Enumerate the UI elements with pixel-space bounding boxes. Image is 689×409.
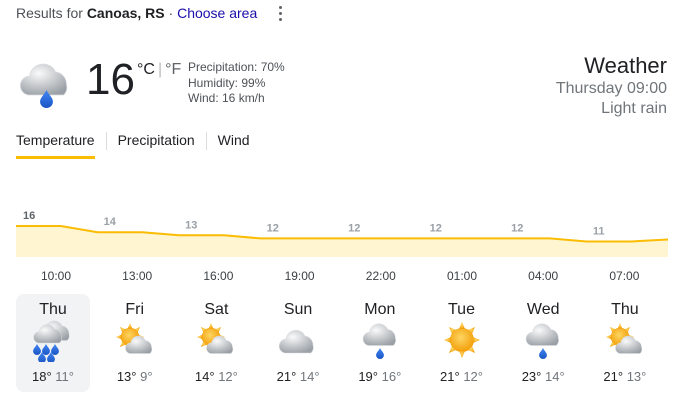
location-name: Canoas, RS: [86, 5, 165, 21]
day-name: Wed: [526, 301, 560, 318]
day-name: Thu: [611, 301, 639, 318]
high-temp: 13°: [116, 369, 137, 384]
results-line: Results for Canoas, RS · Choose area: [16, 5, 257, 21]
day-forecast[interactable]: Sat 14° 12°: [179, 294, 253, 392]
high-temp: 21°: [440, 369, 460, 384]
day-name: Tue: [448, 301, 475, 318]
current-temperature: 16: [86, 55, 135, 104]
high-temp: 23°: [521, 369, 542, 384]
partly-cloudy-icon: [603, 318, 647, 362]
high-temp: 21°: [603, 369, 624, 384]
fahrenheit-unit[interactable]: °F: [165, 61, 181, 78]
weather-title: Weather: [584, 53, 667, 78]
time-label: 10:00: [40, 269, 72, 283]
day-temps: 18° 11°: [16, 369, 90, 384]
chart-tabs: Temperature Precipitation Wind: [16, 132, 261, 160]
humidity-value: Humidity: 99%: [188, 75, 266, 90]
temperature-label: 14: [104, 216, 117, 228]
time-label: 01:00: [446, 269, 478, 283]
high-temp: 18°: [32, 369, 52, 384]
partly-cloudy-icon: [194, 318, 238, 362]
current-details: Precipitation: 70% Humidity: 99% Wind: 1…: [188, 60, 285, 107]
low-temp: 13°: [626, 369, 647, 384]
high-temp: 14°: [194, 369, 215, 384]
time-label: 04:00: [528, 269, 559, 283]
day-temps: 14° 12°: [179, 369, 253, 384]
tab-wind[interactable]: Wind: [207, 132, 261, 158]
celsius-unit[interactable]: °C: [137, 61, 155, 78]
heavy-rain-icon: [31, 318, 75, 363]
cloud-rain-icon: [358, 318, 402, 362]
weather-datetime: Thursday 09:00: [555, 80, 667, 97]
time-label: 13:00: [122, 269, 153, 283]
day-temps: 23° 14°: [506, 369, 580, 384]
low-temp: 14°: [545, 369, 565, 384]
high-temp: 21°: [276, 369, 297, 384]
more-options-icon[interactable]: [274, 3, 286, 23]
day-temps: 19° 16°: [343, 369, 417, 384]
temperature-area: [16, 226, 668, 257]
time-label: 16:00: [203, 269, 234, 283]
cloud-rain-icon: [16, 54, 76, 114]
temperature-label: 13: [185, 219, 197, 231]
time-label: 07:00: [609, 269, 640, 283]
low-temp: 9°: [140, 369, 153, 384]
unit-separator: |: [157, 61, 163, 78]
precipitation-value: Precipitation: 70%: [188, 60, 285, 74]
day-forecast[interactable]: Wed 23° 14°: [506, 294, 580, 392]
temperature-label: 12: [348, 222, 360, 234]
temperature-chart[interactable]: 16 14 13 12 12 12 12 11: [0, 195, 689, 265]
day-forecast[interactable]: Fri 13° 9°: [98, 294, 172, 392]
temperature-label: 11: [593, 226, 605, 238]
low-temp: 16°: [381, 369, 402, 384]
low-temp: 12°: [218, 369, 238, 384]
day-temps: 21° 12°: [425, 369, 499, 384]
temperature-label: 12: [430, 222, 442, 234]
day-name: Thu: [39, 301, 67, 318]
day-forecast[interactable]: Thu 21° 13°: [588, 294, 662, 392]
day-forecast[interactable]: Tue 21° 12°: [425, 294, 499, 392]
tab-precipitation[interactable]: Precipitation: [107, 132, 206, 158]
day-temps: 21° 13°: [588, 369, 662, 384]
results-separator: ·: [168, 5, 174, 21]
cloud-rain-icon: [521, 318, 565, 362]
weather-condition: Light rain: [601, 100, 667, 117]
day-name: Mon: [364, 301, 396, 318]
temperature-label: 16: [23, 210, 35, 222]
temperature-label: 12: [267, 222, 279, 234]
low-temp: 11°: [55, 369, 74, 384]
day-forecast[interactable]: Sun 21° 14°: [261, 294, 335, 392]
high-temp: 19°: [358, 369, 378, 384]
day-forecast[interactable]: Mon 19° 16°: [343, 294, 417, 392]
sunny-icon: [440, 318, 484, 362]
time-label: 22:00: [365, 269, 396, 283]
tab-temperature[interactable]: Temperature: [16, 132, 106, 159]
wind-value: Wind: 16 km/h: [188, 91, 265, 105]
day-name: Sat: [204, 301, 229, 318]
cloudy-icon: [276, 318, 320, 362]
time-label: 19:00: [284, 269, 315, 283]
choose-area-link[interactable]: Choose area: [177, 5, 257, 21]
temperature-label: 12: [511, 222, 523, 234]
day-temps: 21° 14°: [261, 369, 335, 384]
unit-toggle: °C | °F: [137, 61, 181, 79]
day-name: Fri: [125, 301, 145, 318]
low-temp: 12°: [463, 369, 483, 384]
day-name: Sun: [283, 301, 313, 318]
results-prefix: Results for: [16, 5, 83, 21]
low-temp: 14°: [299, 369, 320, 384]
partly-cloudy-icon: [113, 318, 157, 362]
day-forecast[interactable]: Thu 18° 11°: [16, 294, 90, 392]
day-temps: 13° 9°: [98, 369, 172, 384]
